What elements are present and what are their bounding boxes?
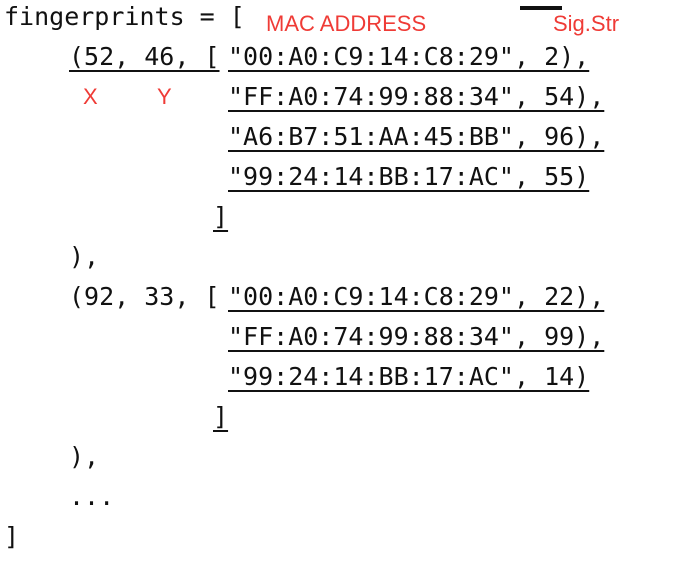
fingerprint-1-open: (52, 46, [ [69, 42, 220, 71]
code-annotation-diagram: fingerprints = [ MAC ADDRESS Sig.Str (52… [0, 0, 680, 568]
fingerprint-2-entry-3: "99:24:14:BB:17:AC", 14) [228, 362, 590, 391]
fingerprint-1-entry-4: "99:24:14:BB:17:AC", 55) [228, 162, 590, 191]
code-list-end: ] [4, 522, 20, 551]
fingerprint-2-entry-2: "FF:A0:74:99:88:34", 99), [228, 322, 605, 351]
label-x: X [83, 84, 98, 109]
fingerprint-1-close: ), [69, 242, 100, 271]
fingerprint-2-open: (92, 33, [ [69, 282, 220, 311]
label-y: Y [157, 84, 172, 109]
fingerprint-1-list-close: ] [213, 202, 229, 231]
code-line-fingerprints-assign: fingerprints = [ [4, 2, 245, 31]
fingerprint-2-entry-1: "00:A0:C9:14:C8:29", 22), [228, 282, 605, 311]
label-sig-str: Sig.Str [553, 11, 620, 36]
fingerprint-2-close: ), [69, 442, 100, 471]
label-mac-address: MAC ADDRESS [266, 11, 427, 36]
fingerprint-1-entry-3: "A6:B7:51:AA:45:BB", 96), [228, 122, 605, 151]
fingerprint-2-list-close: ] [213, 402, 229, 431]
code-ellipsis: ... [69, 482, 115, 511]
fingerprint-1-entry-2: "FF:A0:74:99:88:34", 54), [228, 82, 605, 111]
fingerprint-1-entry-1: "00:A0:C9:14:C8:29", 2), [228, 42, 590, 71]
label-sig-str-marker [520, 6, 562, 10]
